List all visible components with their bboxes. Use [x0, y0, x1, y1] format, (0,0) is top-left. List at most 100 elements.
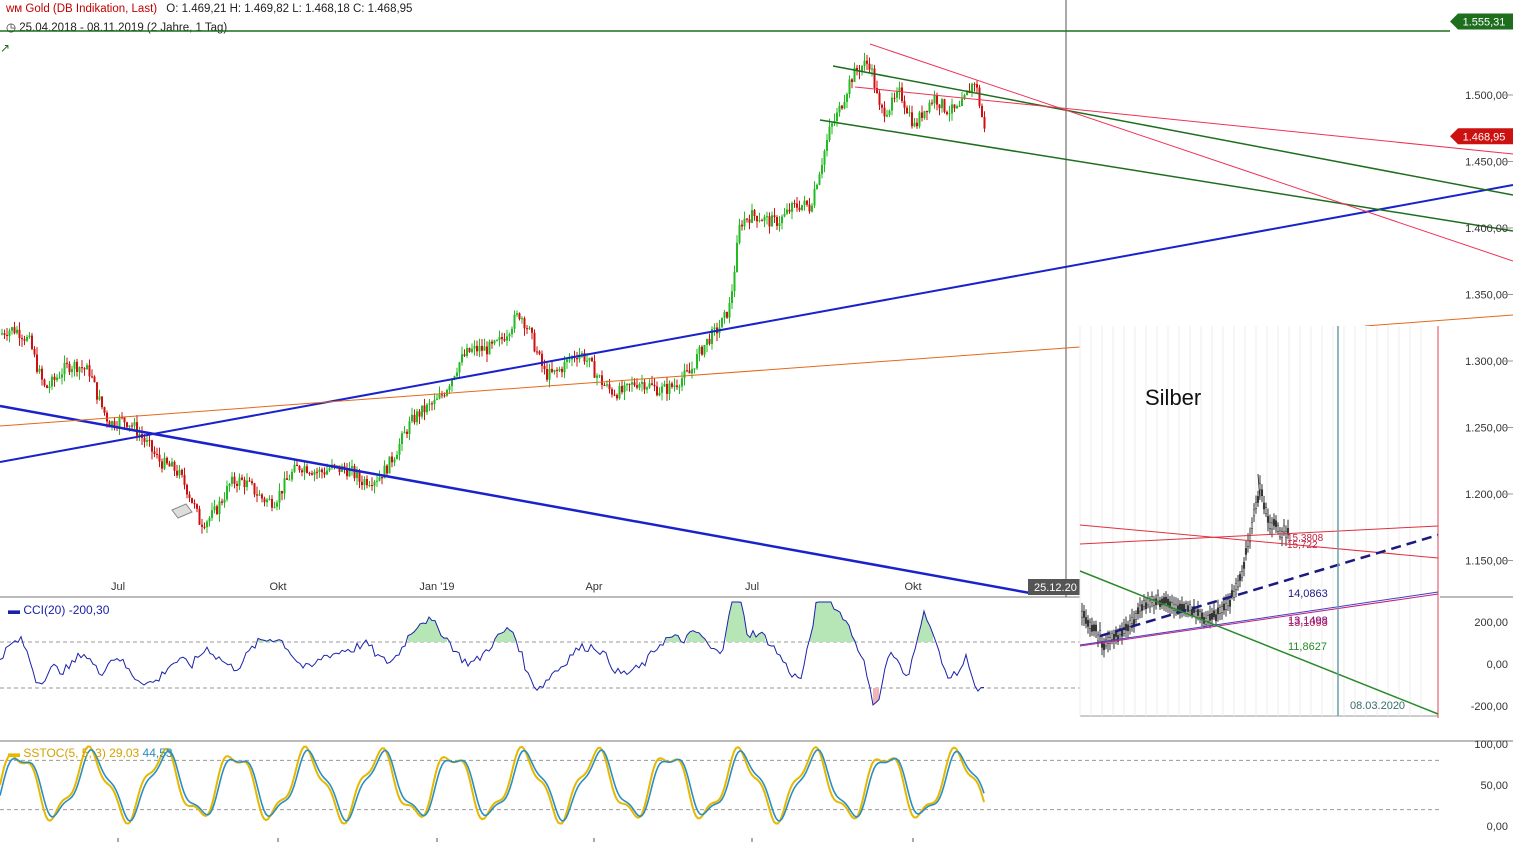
candle-body — [661, 386, 663, 393]
cci-label: CCI(20) — [23, 603, 66, 617]
cci-legend: ▬ CCI(20) -200,30 — [8, 603, 110, 617]
candle-body — [258, 494, 261, 496]
candle-body — [53, 376, 56, 380]
candle-body — [763, 216, 766, 221]
cci-overbought-fill — [432, 620, 435, 642]
candle-body — [631, 382, 633, 385]
candle-body — [408, 421, 411, 434]
candle-body — [891, 97, 893, 111]
candle-body — [528, 327, 531, 329]
candle-body — [3, 333, 6, 335]
silver-candle-body — [1252, 509, 1256, 517]
silver-candle-body — [1164, 596, 1168, 604]
silver-candle-body — [1102, 643, 1106, 651]
silver-candle-body — [1138, 604, 1142, 612]
candle-body — [641, 382, 643, 384]
candle-body — [31, 335, 33, 349]
candle-body — [888, 110, 891, 115]
candle-body — [603, 385, 606, 387]
candle-body — [426, 404, 428, 413]
silver-date-label: 08.03.2020 — [1350, 700, 1405, 712]
candle-body — [736, 242, 738, 272]
candle-body — [536, 351, 538, 353]
candle-body — [263, 498, 266, 503]
silver-candle-body — [1134, 613, 1138, 620]
cci-overbought-fill — [444, 637, 447, 642]
candle-body — [303, 466, 306, 473]
candle-body — [946, 111, 948, 115]
candle-body — [461, 354, 463, 363]
candle-body — [793, 203, 796, 205]
candle-body — [41, 368, 43, 380]
candle-body — [526, 328, 528, 330]
price-chart[interactable]: Jul Okt Jan '19 Apr Jul Okt 1.500,00 1.450,00 1.… — [0, 0, 1513, 842]
candle-body — [183, 474, 186, 485]
candle-body — [43, 379, 46, 386]
candle-body — [323, 472, 326, 475]
candle-body — [403, 431, 406, 434]
silver-candle-body — [1274, 520, 1278, 527]
candle-body — [48, 386, 51, 388]
candle-body — [961, 98, 963, 107]
candle-body — [248, 480, 251, 482]
candle-body — [896, 91, 898, 98]
silver-candle-body — [1120, 630, 1124, 637]
silver-candle-body — [1242, 562, 1246, 569]
sstoc-value1: 29,03 — [109, 746, 140, 760]
candle-body — [841, 105, 843, 109]
candle-body — [478, 345, 481, 352]
candle-body — [296, 464, 298, 467]
silver-candle-body — [1200, 612, 1204, 620]
candle-body — [381, 477, 383, 479]
cci-value: -200,30 — [68, 603, 110, 617]
candle-body — [738, 224, 741, 243]
price-tag-text: 1.468,95 — [1463, 131, 1506, 143]
candle-body — [233, 476, 236, 484]
candle-body — [931, 102, 933, 104]
candle-body — [581, 352, 583, 355]
candle-body — [916, 122, 918, 127]
candle-body — [503, 339, 506, 341]
candle-body — [871, 68, 873, 70]
candle-body — [93, 376, 96, 383]
silver-candle-body — [1272, 519, 1276, 526]
silver-candle-body — [1226, 599, 1230, 607]
cci-overbought-fill — [429, 617, 432, 642]
candle-body — [943, 99, 946, 112]
candle-body — [153, 451, 156, 454]
candle-body — [493, 340, 496, 344]
candle-body — [11, 327, 13, 331]
red-trend-line-flat — [854, 86, 1513, 155]
candle-body — [741, 224, 743, 227]
silver-candle-body — [1250, 522, 1254, 529]
candle-body — [588, 357, 591, 361]
y-tick-label: 1.250,00 — [1465, 423, 1508, 435]
cci-y-label: 200,00 — [1474, 617, 1508, 629]
candle-body — [86, 365, 88, 370]
y-tick-label: 1.300,00 — [1465, 356, 1508, 368]
candle-body — [733, 271, 736, 292]
candle-body — [166, 457, 168, 464]
candle-body — [161, 461, 163, 469]
candle-body — [353, 466, 356, 479]
silver-candle-body — [1246, 540, 1250, 547]
candle-body — [823, 150, 826, 165]
candle-body — [636, 385, 638, 388]
cci-overbought-fill — [825, 602, 828, 642]
silver-candle-body — [1206, 614, 1210, 622]
silver-candle-body — [1194, 610, 1198, 618]
candle-body — [456, 372, 458, 377]
candle-body — [551, 368, 553, 372]
candle-body — [398, 443, 401, 455]
candle-body — [511, 328, 513, 335]
candle-body — [561, 368, 563, 373]
candle-body — [518, 313, 521, 320]
candle-body — [933, 95, 936, 104]
candle-body — [788, 209, 791, 212]
candle-body — [953, 104, 956, 109]
silver-candle-body — [1188, 604, 1192, 611]
candle-body — [928, 102, 931, 113]
candle-body — [491, 341, 493, 344]
candle-body — [176, 470, 178, 476]
silver-candle-body — [1166, 598, 1170, 606]
